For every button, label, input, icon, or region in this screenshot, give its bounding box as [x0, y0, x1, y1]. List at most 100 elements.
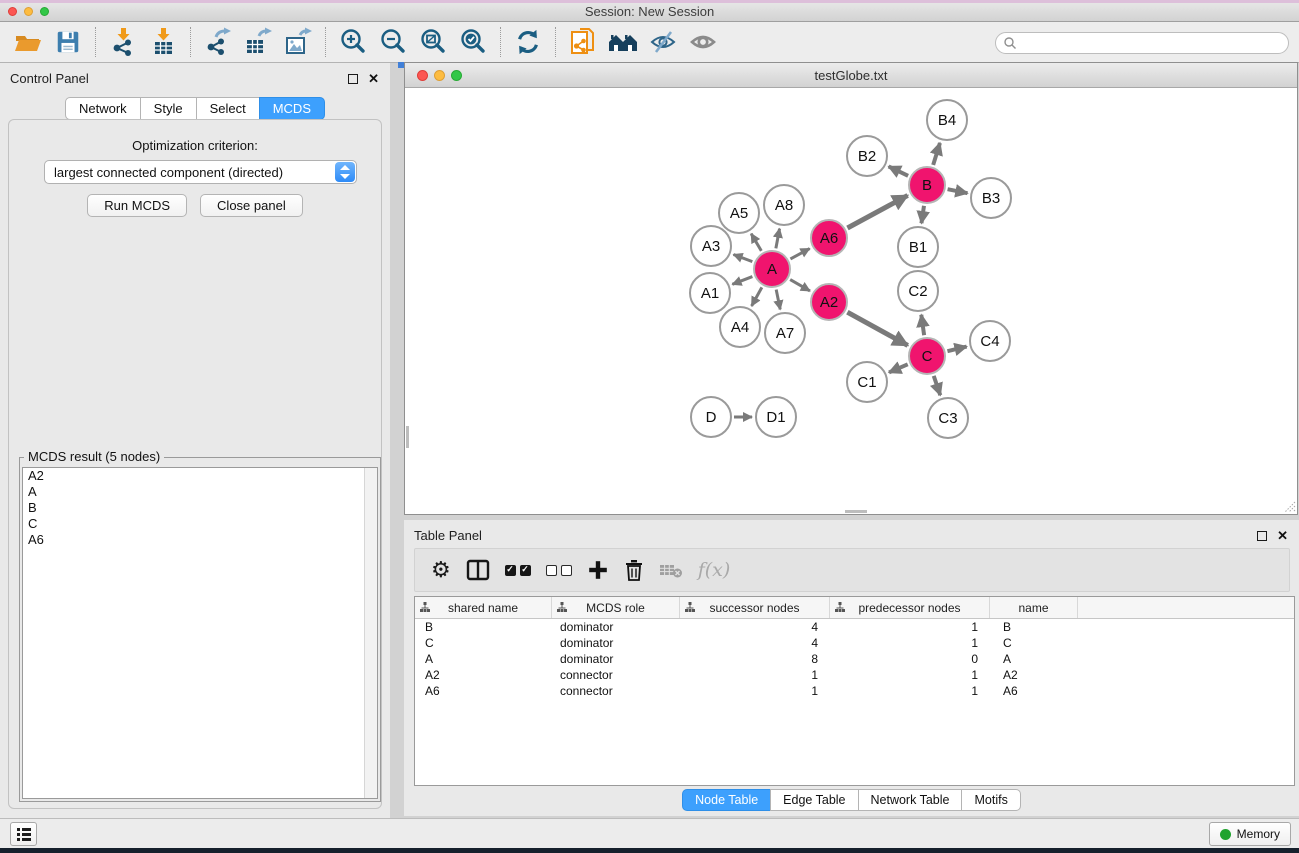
tab-network[interactable]: Network [65, 97, 141, 120]
resize-grip[interactable] [1283, 500, 1296, 513]
import-table-button[interactable] [143, 25, 183, 59]
column-header-predecessor-nodes[interactable]: predecessor nodes [830, 597, 990, 618]
search-input[interactable] [995, 32, 1289, 54]
run-mcds-button[interactable]: Run MCDS [87, 194, 187, 217]
node-A8[interactable]: A8 [763, 184, 805, 226]
column-header-mcds-role[interactable]: MCDS role [552, 597, 680, 618]
float-panel-icon[interactable] [348, 74, 358, 84]
edge-B-B3[interactable] [948, 189, 968, 193]
list-scrollbar[interactable] [364, 468, 377, 798]
deselect-all-columns-icon[interactable] [546, 565, 572, 576]
float-panel-icon[interactable] [1257, 531, 1267, 541]
node-A5[interactable]: A5 [718, 192, 760, 234]
node-B4[interactable]: B4 [926, 99, 968, 141]
mcds-result-item[interactable]: B [23, 500, 377, 516]
edge-A-A5[interactable] [751, 234, 761, 251]
mcds-result-item[interactable]: C [23, 516, 377, 532]
delete-column-trash-icon[interactable] [624, 559, 644, 581]
select-all-columns-icon[interactable] [505, 565, 531, 576]
export-network-button[interactable] [198, 25, 238, 59]
show-annotations-button[interactable] [683, 25, 723, 59]
edge-C-C4[interactable] [947, 347, 966, 352]
tab-node-table[interactable]: Node Table [682, 789, 771, 811]
column-header-successor-nodes[interactable]: successor nodes [680, 597, 830, 618]
node-B[interactable]: B [908, 166, 946, 204]
close-panel-icon[interactable] [368, 70, 379, 88]
split-columns-icon[interactable] [466, 558, 490, 582]
column-header-name[interactable]: name [990, 597, 1078, 618]
optimization-criterion-dropdown[interactable]: largest connected component (directed) [44, 160, 357, 184]
memory-button[interactable]: Memory [1209, 822, 1291, 846]
export-table-button[interactable] [238, 25, 278, 59]
tab-motifs[interactable]: Motifs [961, 789, 1020, 811]
node-B2[interactable]: B2 [846, 135, 888, 177]
export-image-button[interactable] [278, 25, 318, 59]
edge-A-A4[interactable] [752, 287, 762, 306]
task-history-button[interactable] [10, 822, 37, 846]
edge-A-A6[interactable] [790, 249, 809, 259]
zoom-selected-button[interactable] [453, 25, 493, 59]
edge-B-B4[interactable] [933, 143, 940, 165]
table-settings-gear-icon[interactable] [431, 559, 451, 582]
table-row[interactable]: Cdominator41C [415, 635, 1294, 651]
node-table[interactable]: shared nameMCDS rolesuccessor nodesprede… [414, 596, 1295, 786]
edge-A6-B[interactable] [847, 195, 907, 228]
tab-select[interactable]: Select [196, 97, 260, 120]
edge-A-A3[interactable] [733, 254, 752, 261]
node-A4[interactable]: A4 [719, 306, 761, 348]
node-A[interactable]: A [753, 250, 791, 288]
edge-A-A2[interactable] [790, 280, 810, 291]
column-header-shared-name[interactable]: shared name [415, 597, 552, 618]
node-C[interactable]: C [908, 337, 946, 375]
table-row[interactable]: Adominator80A [415, 651, 1294, 667]
mcds-result-item[interactable]: A6 [23, 532, 377, 548]
zoom-out-button[interactable] [373, 25, 413, 59]
tab-style[interactable]: Style [140, 97, 197, 120]
table-row[interactable]: Bdominator41B [415, 619, 1294, 635]
node-A1[interactable]: A1 [689, 272, 731, 314]
apply-layout-button[interactable] [508, 25, 548, 59]
open-session-button[interactable] [8, 25, 48, 59]
mcds-result-item[interactable]: A2 [23, 468, 377, 484]
node-B1[interactable]: B1 [897, 226, 939, 268]
node-C2[interactable]: C2 [897, 270, 939, 312]
horizontal-scroll-indicator[interactable] [845, 510, 867, 513]
vertical-scroll-indicator[interactable] [406, 426, 409, 448]
tab-network-table[interactable]: Network Table [858, 789, 963, 811]
zoom-fit-button[interactable] [413, 25, 453, 59]
node-C1[interactable]: C1 [846, 361, 888, 403]
edge-B-B2[interactable] [889, 166, 908, 175]
edge-B-B1[interactable] [921, 206, 924, 223]
import-network-button[interactable] [103, 25, 143, 59]
tab-mcds[interactable]: MCDS [259, 97, 325, 120]
network-window-titlebar[interactable]: testGlobe.txt [405, 63, 1297, 88]
node-A2[interactable]: A2 [810, 283, 848, 321]
edge-A-A7[interactable] [776, 290, 780, 310]
node-D1[interactable]: D1 [755, 396, 797, 438]
home-networks-button[interactable] [603, 25, 643, 59]
edge-C-C2[interactable] [921, 315, 924, 335]
edge-A2-C[interactable] [847, 312, 907, 345]
hide-annotations-button[interactable] [643, 25, 683, 59]
save-session-button[interactable] [48, 25, 88, 59]
node-A7[interactable]: A7 [764, 312, 806, 354]
node-C3[interactable]: C3 [927, 397, 969, 439]
node-D[interactable]: D [690, 396, 732, 438]
close-panel-button[interactable]: Close panel [200, 194, 303, 217]
new-network-from-file-button[interactable] [563, 25, 603, 59]
edge-A-A8[interactable] [776, 229, 780, 249]
network-canvas[interactable]: A A1 A2 A3 A4 A5 A6 A7 A8 B B1 B2 B3B4 C C1 C2 C3C4 D D1 [405, 88, 1297, 514]
add-column-plus-icon[interactable] [587, 559, 609, 581]
mcds-result-item[interactable]: A [23, 484, 377, 500]
edge-C-C3[interactable] [934, 376, 941, 395]
table-row[interactable]: A6connector11A6 [415, 683, 1294, 699]
node-B3[interactable]: B3 [970, 177, 1012, 219]
node-A6[interactable]: A6 [810, 219, 848, 257]
table-row[interactable]: A2connector11A2 [415, 667, 1294, 683]
node-C4[interactable]: C4 [969, 320, 1011, 362]
edge-C-C1[interactable] [889, 364, 908, 372]
edge-A-A1[interactable] [732, 277, 752, 285]
node-A3[interactable]: A3 [690, 225, 732, 267]
close-panel-icon[interactable] [1277, 527, 1288, 545]
tab-edge-table[interactable]: Edge Table [770, 789, 858, 811]
